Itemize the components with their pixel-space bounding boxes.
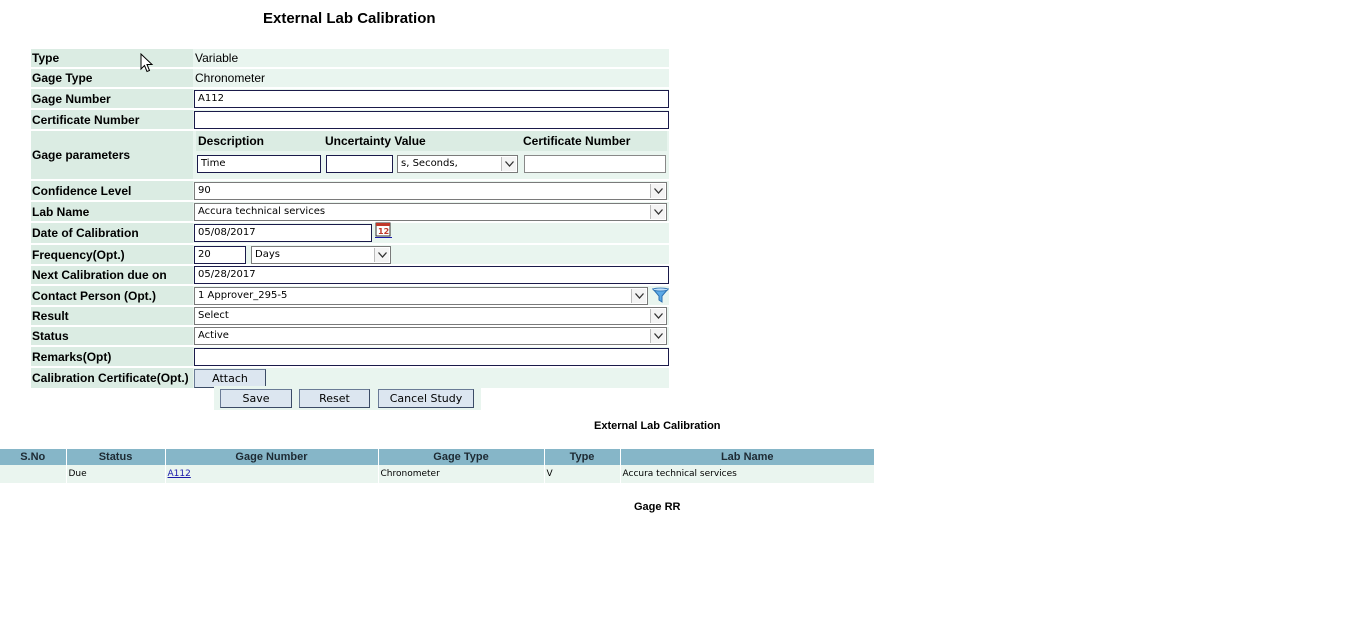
column-header-gage-type[interactable]: Gage Type (378, 449, 545, 465)
cell-gage-number: A112 (165, 465, 379, 483)
calibration-table: S.No Status Gage Number Gage Type Type L… (0, 449, 875, 483)
frequency-input[interactable]: 20 (194, 245, 246, 264)
certificate-number-label: Certificate Number (31, 110, 193, 129)
confidence-level-value: 90 (198, 184, 211, 196)
status-label: Status (31, 327, 193, 345)
remarks-row: Remarks(Opt) (31, 347, 669, 366)
certificate-number-row: Certificate Number (31, 110, 669, 129)
confidence-level-row: Confidence Level 90 (31, 181, 669, 200)
chevron-down-icon[interactable] (650, 183, 665, 198)
gage-number-label: Gage Number (31, 89, 193, 108)
contact-person-select[interactable]: 1 Approver_295-5 (194, 286, 648, 305)
contact-person-label: Contact Person (Opt.) (31, 286, 193, 305)
description-input[interactable]: Time (197, 155, 321, 173)
frequency-row: Frequency(Opt.) 20 Days (31, 245, 669, 264)
frequency-label: Frequency(Opt.) (31, 245, 193, 264)
next-due-label: Next Calibration due on (31, 266, 193, 284)
uncertainty-input[interactable] (326, 155, 393, 173)
frequency-unit-value: Days (255, 248, 280, 260)
gage-parameters-label: Gage parameters (31, 131, 193, 179)
lab-name-label: Lab Name (31, 202, 193, 221)
confidence-level-select[interactable]: 90 (194, 181, 667, 200)
unit-select-value: s, Seconds, (401, 158, 458, 169)
certificate-header: Certificate Number (523, 134, 631, 148)
gage-parameters-header: Description Uncertainty Value Certificat… (196, 131, 667, 151)
status-value: Active (198, 330, 229, 341)
column-header-lab-name[interactable]: Lab Name (620, 449, 875, 465)
date-of-calibration-label: Date of Calibration (31, 223, 193, 243)
svg-text:12: 12 (378, 227, 389, 236)
save-button[interactable]: Save (220, 389, 292, 408)
result-label: Result (31, 307, 193, 325)
next-due-row: Next Calibration due on 05/28/2017 (31, 266, 669, 284)
column-header-status[interactable]: Status (66, 449, 166, 465)
cancel-study-button[interactable]: Cancel Study (378, 389, 474, 408)
filter-icon[interactable] (651, 287, 670, 304)
unit-select[interactable]: s, Seconds, (397, 155, 518, 173)
gage-rr-title: Gage RR (634, 501, 681, 513)
lab-name-row: Lab Name Accura technical services (31, 202, 669, 221)
cell-gage-type: Chronometer (378, 465, 545, 483)
contact-person-value: 1 Approver_295-5 (198, 289, 288, 301)
reset-button[interactable]: Reset (299, 389, 370, 408)
certificate-number-input[interactable] (194, 110, 669, 129)
type-value: Variable (195, 51, 239, 65)
date-of-calibration-row: Date of Calibration 05/08/2017 12 (31, 222, 669, 243)
cell-sno (0, 465, 67, 483)
lab-name-select[interactable]: Accura technical services (194, 202, 667, 221)
param-certificate-input[interactable] (524, 155, 666, 173)
page-title: External Lab Calibration (263, 10, 436, 27)
table-title: External Lab Calibration (594, 420, 721, 432)
remarks-label: Remarks(Opt) (31, 347, 193, 366)
table-row: Due A112 Chronometer V Accura technical … (0, 465, 875, 483)
status-select[interactable]: Active (194, 327, 667, 345)
contact-person-row: Contact Person (Opt.) 1 Approver_295-5 (31, 286, 670, 305)
type-label: Type (31, 49, 193, 67)
cell-lab-name: Accura technical services (620, 465, 875, 483)
remarks-input[interactable] (194, 347, 669, 366)
gage-parameters-row: Gage parameters Description Uncertainty … (31, 131, 669, 179)
column-header-type[interactable]: Type (544, 449, 621, 465)
table-header-row: S.No Status Gage Number Gage Type Type L… (0, 449, 875, 465)
frequency-unit-select[interactable]: Days (251, 245, 391, 264)
attach-button[interactable]: Attach (194, 368, 266, 388)
date-of-calibration-input[interactable]: 05/08/2017 (194, 224, 372, 242)
lab-name-value: Accura technical services (198, 205, 326, 217)
gage-type-label: Gage Type (31, 69, 193, 87)
gage-type-row: Gage Type Chronometer (31, 69, 669, 87)
action-bar: Save Reset Cancel Study (214, 386, 481, 410)
cell-status: Due (66, 465, 166, 483)
next-due-input[interactable]: 05/28/2017 (194, 266, 669, 284)
calibration-form: Type Variable Gage Type Chronometer Gage… (31, 49, 670, 390)
chevron-down-icon[interactable] (650, 309, 665, 323)
cell-type: V (544, 465, 621, 483)
chevron-down-icon[interactable] (650, 329, 665, 343)
confidence-level-label: Confidence Level (31, 181, 193, 200)
type-row: Type Variable (31, 49, 669, 67)
column-header-gage-number[interactable]: Gage Number (165, 449, 379, 465)
result-select[interactable]: Select (194, 307, 667, 325)
chevron-down-icon[interactable] (501, 157, 516, 171)
certificate-attach-row: Calibration Certificate(Opt.) Attach (31, 368, 669, 388)
certificate-attach-label: Calibration Certificate(Opt.) (31, 368, 193, 388)
chevron-down-icon[interactable] (631, 288, 646, 303)
gage-number-input[interactable]: A112 (194, 89, 669, 108)
result-value: Select (198, 310, 229, 321)
mouse-pointer-icon (140, 52, 154, 76)
gage-number-row: Gage Number A112 (31, 89, 669, 108)
chevron-down-icon[interactable] (650, 204, 665, 219)
gage-parameters-inputs: Time s, Seconds, (196, 151, 667, 177)
description-header: Description (198, 134, 265, 148)
gage-number-link[interactable]: A112 (168, 469, 191, 479)
chevron-down-icon[interactable] (374, 247, 389, 262)
calendar-icon[interactable]: 12 (375, 222, 392, 238)
result-row: Result Select (31, 307, 669, 325)
gage-type-value: Chronometer (195, 71, 266, 85)
uncertainty-header: Uncertainty Value (325, 134, 426, 148)
status-row: Status Active (31, 327, 669, 345)
column-header-sno[interactable]: S.No (0, 449, 67, 465)
